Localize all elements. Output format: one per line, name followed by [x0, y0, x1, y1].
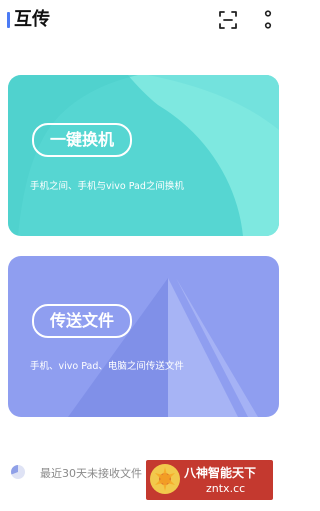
scan-icon: [219, 11, 237, 29]
watermark-line2: zntx.cc: [206, 482, 246, 495]
file-transfer-card[interactable]: 传送文件 手机、vivo Pad、电脑之间传送文件: [8, 256, 279, 417]
file-transfer-button[interactable]: 传送文件: [32, 304, 133, 338]
file-transfer-description: 手机、vivo Pad、电脑之间传送文件: [30, 361, 184, 372]
more-vertical-icon: [264, 10, 272, 29]
watermark-line1: 八神智能天下: [184, 466, 257, 480]
header: 互传: [0, 0, 287, 40]
title-accent-bar: [7, 12, 10, 28]
page-title: 互传: [14, 9, 50, 30]
phone-switch-button[interactable]: 一键换机: [32, 123, 133, 157]
watermark: 八神智能天下 zntx.cc: [146, 460, 273, 500]
more-button[interactable]: [258, 9, 278, 31]
pie-chart-icon: [11, 465, 25, 479]
phone-switch-card[interactable]: 一键换机 手机之间、手机与vivo Pad之间换机: [8, 75, 279, 236]
scan-button[interactable]: [218, 10, 238, 30]
recent-files-text: 最近30天未接收文件: [40, 467, 142, 480]
flower-logo: [150, 464, 180, 494]
phone-switch-description: 手机之间、手机与vivo Pad之间换机: [30, 181, 184, 192]
